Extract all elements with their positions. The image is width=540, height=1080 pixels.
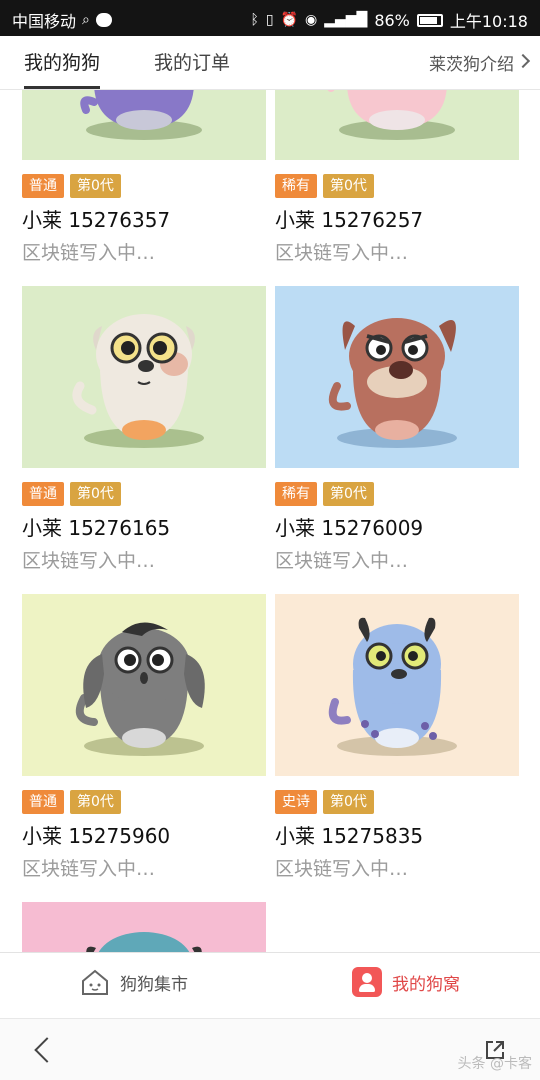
dog-status: 区块链写入中…: [22, 858, 156, 880]
generation-badge: 第0代: [323, 482, 374, 506]
carrier-label: 中国移动: [12, 12, 77, 31]
chat-icon: [95, 13, 112, 27]
dog-name: 小莱 15275835: [275, 824, 424, 848]
vibrate-icon: ▯: [265, 12, 274, 28]
dog-artwork: [275, 286, 519, 468]
rarity-badge: 稀有: [275, 174, 317, 198]
battery-icon: [416, 13, 443, 27]
dog-artwork: [275, 594, 519, 776]
generation-badge: 第0代: [323, 790, 374, 814]
dog-artwork: [22, 594, 266, 776]
signal-icon: ▂▄▆█: [324, 12, 368, 28]
top-tab-bar: 我的狗狗 我的订单 莱茨狗介绍: [0, 36, 540, 90]
back-arrow-icon[interactable]: [34, 1037, 60, 1063]
browser-toolbar: 头条 @卡客: [0, 1018, 540, 1080]
rarity-badge: 史诗: [275, 790, 317, 814]
rarity-badge: 稀有: [275, 482, 317, 506]
generation-badge: 第0代: [70, 482, 121, 506]
tab-my-kennel[interactable]: 我的狗窝: [352, 967, 460, 997]
profile-icon: [352, 967, 382, 997]
rarity-badge: 普通: [22, 790, 64, 814]
eye-icon: ◉: [305, 12, 318, 28]
rarity-badge: 普通: [22, 482, 64, 506]
dog-artwork: [22, 90, 266, 160]
dog-artwork: [22, 286, 266, 468]
battery-percent: 86%: [374, 10, 410, 30]
dog-status: 区块链写入中…: [22, 242, 156, 264]
search-icon: ⌕: [82, 12, 90, 28]
intro-link[interactable]: 莱茨狗介绍: [429, 50, 514, 75]
dog-name: 小莱 15276357: [22, 208, 171, 232]
dog-status: 区块链写入中…: [22, 550, 156, 572]
bottom-tab-bar: 狗狗集市 我的狗窝: [0, 952, 540, 1018]
chevron-right-icon: [515, 53, 531, 69]
dog-artwork: [275, 90, 519, 160]
generation-badge: 第0代: [70, 174, 121, 198]
rarity-badge: 普通: [22, 174, 64, 198]
tab-my-orders[interactable]: 我的订单: [154, 48, 230, 75]
generation-badge: 第0代: [323, 174, 374, 198]
tab-my-kennel-label: 我的狗窝: [392, 974, 460, 995]
active-tab-indicator: [24, 86, 100, 89]
alarm-icon: ⏰: [280, 12, 299, 28]
dog-artwork: [22, 902, 266, 952]
watermark: 头条 @卡客: [457, 1056, 532, 1072]
status-bar: 中国移动 ⌕ ᛒ ▯ ⏰ ◉ ▂▄▆█ 86% 上午10:18: [0, 0, 540, 36]
dog-name: 小莱 15276009: [275, 516, 424, 540]
dog-name: 小莱 15276257: [275, 208, 424, 232]
generation-badge: 第0代: [70, 790, 121, 814]
bluetooth-icon: ᛒ: [250, 12, 259, 28]
house-dog-icon: [82, 969, 108, 995]
tab-dog-market-label: 狗狗集市: [120, 974, 188, 995]
clock: 上午10:18: [449, 12, 528, 31]
dog-name: 小莱 15275960: [22, 824, 171, 848]
dog-grid: 普通 第0代 小莱 15276357 区块链写入中… 稀有 第0代 小莱 152…: [0, 90, 540, 952]
tab-my-dogs[interactable]: 我的狗狗: [24, 48, 100, 75]
tab-dog-market[interactable]: 狗狗集市: [80, 967, 188, 997]
dog-status: 区块链写入中…: [275, 858, 409, 880]
dog-name: 小莱 15276165: [22, 516, 171, 540]
dog-status: 区块链写入中…: [275, 242, 409, 264]
dog-status: 区块链写入中…: [275, 550, 409, 572]
